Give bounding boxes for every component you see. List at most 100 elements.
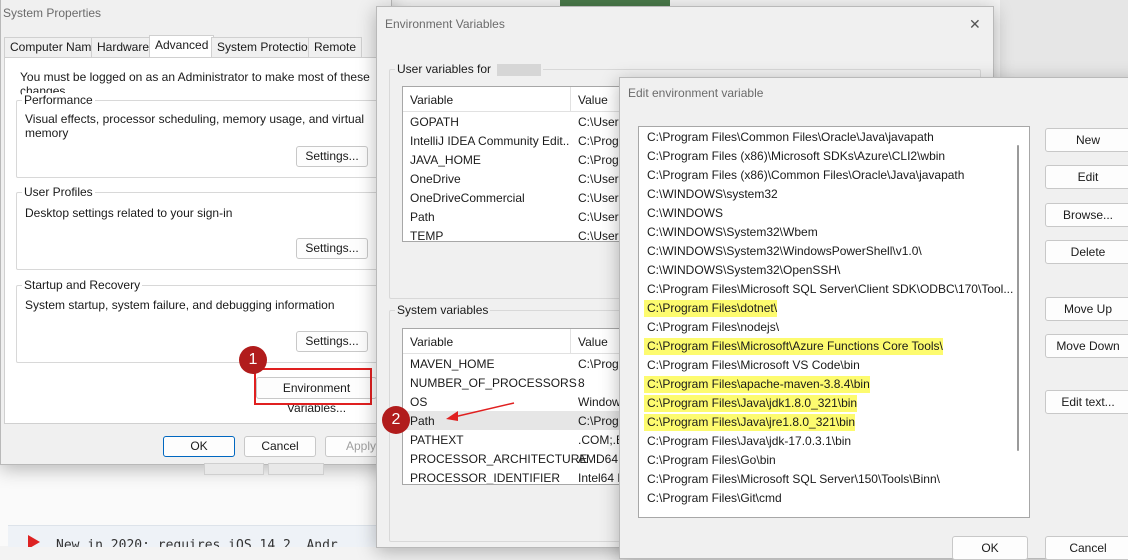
tab-label: System Protection [217,40,315,54]
row-variable: OneDrive [410,172,461,186]
path-entry[interactable]: C:\Program Files\nodejs\ [644,319,779,336]
button-label: Edit text... [1061,395,1115,409]
edit-environment-variable-window: Edit environment variable C:\Program Fil… [619,77,1128,560]
window-title: Edit environment variable [628,86,764,100]
startup-settings-button[interactable]: Settings... [296,331,368,352]
row-variable: OS [410,395,428,409]
row-value: C:\Users [578,210,625,224]
path-entry[interactable]: C:\WINDOWS\System32\WindowsPowerShell\v1… [644,243,922,260]
button-label: OK [981,541,999,555]
button-label: OK [190,439,208,453]
path-entry[interactable]: C:\Program Files\apache-maven-3.8.4\bin [644,376,870,393]
row-variable: JAVA_HOME [410,153,481,167]
row-value: C:\Users [578,115,625,129]
button-label: Move Down [1056,339,1120,353]
step-badge-1: 1 [239,346,267,374]
path-entry[interactable]: C:\WINDOWS\System32\OpenSSH\ [644,262,840,279]
button-label: Delete [1070,245,1106,259]
move-down-button[interactable]: Move Down [1045,334,1128,358]
pointer-arrow [446,402,515,421]
button-label: Cancel [261,439,299,453]
new-button[interactable]: New [1045,128,1128,152]
tab-label: Advanced [155,38,209,52]
tab-label: Remote [314,40,357,54]
button-label: New [1075,133,1100,147]
tab-advanced[interactable]: Advanced [149,35,215,58]
column-header-variable[interactable]: Variable [410,335,453,349]
path-entry[interactable]: C:\Program Files\Microsoft SQL Server\Cl… [644,281,1013,298]
user-profiles-settings-button[interactable]: Settings... [296,238,368,259]
browse-button[interactable]: Browse... [1045,203,1128,227]
row-value: Intel64 F [578,471,625,485]
scrollbar[interactable] [1017,145,1019,451]
delete-button[interactable]: Delete [1045,240,1128,264]
edit-text-button[interactable]: Edit text... [1045,390,1128,414]
row-value: C:\Prog [578,153,619,167]
play-icon [28,535,40,547]
path-entry[interactable]: C:\Program Files\Common Files\Oracle\Jav… [644,129,934,146]
path-entry[interactable]: C:\WINDOWS\System32\Wbem [644,224,818,241]
user-variables-heading: User variables for [395,62,544,76]
background-code-snippet: New in 2020: requires iOS 14.2, Andr [8,525,388,547]
performance-settings-button[interactable]: Settings... [296,146,368,167]
path-entry[interactable]: C:\Program Files\Microsoft VS Code\bin [644,357,860,374]
cancel-button[interactable]: Cancel [244,436,316,457]
window-title: System Properties [3,6,102,20]
path-entry[interactable]: C:\WINDOWS\system32 [644,186,778,203]
tab-computer-name[interactable]: Computer Name [4,37,105,58]
path-entry[interactable]: C:\Program Files\Java\jre1.8.0_321\bin [644,414,856,431]
startup-recovery-description: System startup, system failure, and debu… [25,298,335,312]
column-header-variable[interactable]: Variable [410,93,453,107]
background-tiles [1000,0,1128,80]
user-profiles-heading: User Profiles [22,185,95,199]
path-entry[interactable]: C:\Program Files\dotnet\ [644,300,778,317]
row-value: C:\Users [578,172,625,186]
row-value: C:\Prog [578,414,619,428]
path-entry[interactable]: C:\WINDOWS [644,205,723,222]
row-value: .COM;.E [578,433,625,447]
path-entry[interactable]: C:\Program Files\Git\cmd [644,490,782,507]
column-header-value[interactable]: Value [578,93,608,107]
button-label: Move Up [1063,302,1113,316]
row-value: AMD64 [578,452,619,466]
edit-ok-button[interactable]: OK [952,536,1028,560]
tab-hardware[interactable]: Hardware [91,37,156,58]
row-variable: IntelliJ IDEA Community Edit... [410,134,570,148]
redacted-username [497,63,542,76]
startup-recovery-heading: Startup and Recovery [22,278,143,292]
tab-remote[interactable]: Remote [308,37,363,58]
path-entry[interactable]: C:\Program Files (x86)\Microsoft SDKs\Az… [644,148,945,165]
system-variables-heading: System variables [395,303,491,317]
row-variable: OneDriveCommercial [410,191,525,205]
row-variable: TEMP [410,229,444,242]
path-entry[interactable]: C:\Program Files\Java\jdk-17.0.3.1\bin [644,433,851,450]
edit-cancel-button[interactable]: Cancel [1045,536,1128,560]
button-label: Settings... [305,241,359,255]
background-button-ghost [268,463,324,475]
path-entry[interactable]: C:\Program Files\Microsoft\Azure Functio… [644,338,943,355]
section-label: User variables for [397,62,492,76]
row-variable: NUMBER_OF_PROCESSORS [410,376,577,390]
row-variable: Path [410,414,435,428]
button-label: Cancel [1069,541,1107,555]
path-entry[interactable]: C:\Program Files\Microsoft SQL Server\15… [644,471,940,488]
path-entry[interactable]: C:\Program Files\Go\bin [644,452,776,469]
move-up-button[interactable]: Move Up [1045,297,1128,321]
button-label: Settings... [305,149,359,163]
path-entry[interactable]: C:\Program Files\Java\jdk1.8.0_321\bin [644,395,858,412]
row-variable: MAVEN_HOME [410,357,495,371]
path-entry[interactable]: C:\Program Files (x86)\Common Files\Orac… [644,167,964,184]
window-title: Environment Variables [385,17,505,31]
row-value: 8 [578,376,585,390]
button-label: Settings... [305,334,359,348]
row-value: C:\Prog [578,357,619,371]
close-icon[interactable]: ✕ [969,16,981,33]
row-variable: PROCESSOR_IDENTIFIER [410,471,561,485]
edit-button[interactable]: Edit [1045,165,1128,189]
column-header-value[interactable]: Value [578,335,608,349]
tab-system-protection[interactable]: System Protection [211,37,321,58]
ok-button[interactable]: OK [163,436,235,457]
path-entries-list[interactable]: C:\Program Files\Common Files\Oracle\Jav… [638,126,1030,518]
step-badge-2: 2 [382,406,410,434]
performance-heading: Performance [22,93,95,107]
